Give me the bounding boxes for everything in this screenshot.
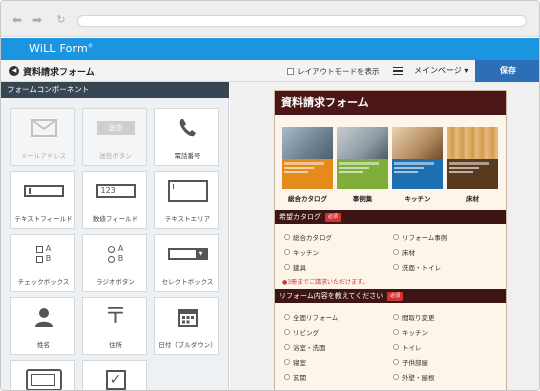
browser-window: ⬅ ➡ ↻ WiLL Form® ◀ 資料請求フォーム レイアウトモードを表示 …	[0, 0, 540, 391]
form-preview: 資料請求フォーム 総合カタログ 事例集 キッチン 床材 希望カタログ 必須 総合…	[274, 90, 507, 390]
catalog-card[interactable]: 総合カタログ	[282, 127, 333, 203]
required-badge: 必須	[387, 291, 404, 301]
checkmark-box-icon: ✓	[83, 365, 148, 390]
option-radio[interactable]: 床材	[393, 247, 415, 257]
catalog-card[interactable]: キッチン	[392, 127, 443, 203]
option-radio[interactable]: 子供部屋	[393, 357, 428, 367]
form-canvas: 資料請求フォーム 総合カタログ 事例集 キッチン 床材 希望カタログ 必須 総合…	[230, 82, 539, 390]
main-page-dropdown[interactable]: メインページ ▾	[414, 65, 468, 76]
text-area-icon	[155, 176, 220, 206]
option-radio[interactable]: キッチン	[284, 247, 319, 257]
layout-mode-label: レイアウトモードを表示	[297, 67, 380, 76]
option-radio[interactable]: 玄関	[284, 372, 306, 382]
catalog-limit-note: ●3冊までご請求いただけます。	[282, 279, 369, 286]
section-catalog-header: 希望カタログ 必須	[275, 210, 506, 224]
phone-icon	[155, 113, 220, 143]
required-badge: 必須	[325, 212, 342, 222]
layout-mode-toggle[interactable]: レイアウトモードを表示	[287, 66, 380, 77]
component-date-dropdown[interactable]: 日付（プルダウン）	[154, 297, 219, 355]
component-email[interactable]: メールアドレス	[10, 108, 75, 166]
component-number-field[interactable]: 123 数値フィールド	[82, 171, 147, 229]
text-field-icon	[11, 176, 76, 206]
component-address[interactable]: 〒 住所	[82, 297, 147, 355]
brand-logo: WiLL Form®	[29, 42, 94, 55]
radio-icon: A B	[83, 239, 148, 269]
component-mobile[interactable]	[10, 360, 76, 390]
number-field-icon: 123	[83, 176, 148, 206]
catalog-caption: 事例集	[352, 195, 373, 203]
brand-bar: WiLL Form®	[1, 38, 539, 60]
component-text-field[interactable]: テキストフィールド	[10, 171, 75, 229]
component-select-box[interactable]: ▼ セレクトボックス	[154, 234, 219, 292]
panel-title: フォームコンポーネント	[1, 82, 229, 98]
catalog-photo	[337, 127, 388, 159]
option-radio[interactable]: 浴室・洗面	[284, 342, 326, 352]
back-arrow-icon[interactable]: ⬅	[11, 14, 23, 26]
option-radio[interactable]: 総合カタログ	[284, 232, 332, 242]
catalog-caption: キッチン	[404, 195, 431, 203]
component-radio[interactable]: A B ラジオボタン	[82, 234, 147, 292]
select-box-icon: ▼	[155, 239, 220, 269]
tablet-icon	[11, 365, 76, 390]
catalog-caption: 床材	[466, 195, 479, 203]
option-radio[interactable]: 外壁・屋根	[393, 372, 435, 382]
address-bar[interactable]	[77, 15, 527, 27]
mail-icon	[11, 113, 76, 143]
calendar-icon	[155, 302, 220, 332]
save-button[interactable]: 保存	[475, 60, 539, 82]
option-radio[interactable]: 建具	[284, 262, 306, 272]
option-radio[interactable]: リビング	[284, 327, 319, 337]
hamburger-menu-icon[interactable]	[393, 67, 403, 75]
catalog-photo	[392, 127, 443, 159]
back-circle-icon[interactable]: ◀	[9, 66, 19, 76]
component-text-area[interactable]: テキストエリア	[154, 171, 219, 229]
option-radio[interactable]: キッチン	[393, 327, 428, 337]
catalog-cards: 総合カタログ 事例集 キッチン 床材	[282, 127, 500, 203]
option-radio[interactable]: トイレ	[393, 342, 422, 352]
page-title: 資料請求フォーム	[23, 68, 95, 78]
component-submit-button[interactable]: 送信 送信ボタン	[82, 108, 147, 166]
submit-button-icon: 送信	[83, 113, 148, 143]
section-reform-header: リフォーム内容を教えてください 必須	[275, 289, 506, 303]
reload-icon[interactable]: ↻	[55, 14, 67, 26]
option-radio[interactable]: 間取り変更	[393, 312, 435, 322]
catalog-card[interactable]: 事例集	[337, 127, 388, 203]
catalog-caption: 総合カタログ	[288, 195, 327, 203]
catalog-card[interactable]: 床材	[447, 127, 498, 203]
component-agreement[interactable]: ✓	[82, 360, 148, 390]
component-checkbox[interactable]: A B チェックボックス	[10, 234, 75, 292]
forward-arrow-icon[interactable]: ➡	[31, 14, 43, 26]
checkbox-icon: A B	[11, 239, 76, 269]
catalog-photo	[447, 127, 498, 159]
component-full-name[interactable]: 姓名	[10, 297, 75, 355]
option-radio[interactable]: リフォーム事例	[393, 232, 447, 242]
catalog-photo	[282, 127, 333, 159]
app-header: ◀ 資料請求フォーム レイアウトモードを表示 メインページ ▾	[1, 60, 539, 82]
option-radio[interactable]: 寝室	[284, 357, 306, 367]
browser-toolbar: ⬅ ➡ ↻	[1, 1, 539, 37]
person-icon	[11, 302, 76, 332]
postal-mark-icon: 〒	[104, 304, 127, 329]
option-radio[interactable]: 洗面・トイレ	[393, 262, 441, 272]
component-panel: フォームコンポーネント メールアドレス 送信 送信ボタン 電話番号 テキストフィ…	[1, 82, 229, 390]
option-radio[interactable]: 全面リフォーム	[284, 312, 338, 322]
layout-mode-checkbox[interactable]	[287, 68, 294, 75]
form-title: 資料請求フォーム	[275, 91, 506, 115]
component-phone[interactable]: 電話番号	[154, 108, 219, 166]
